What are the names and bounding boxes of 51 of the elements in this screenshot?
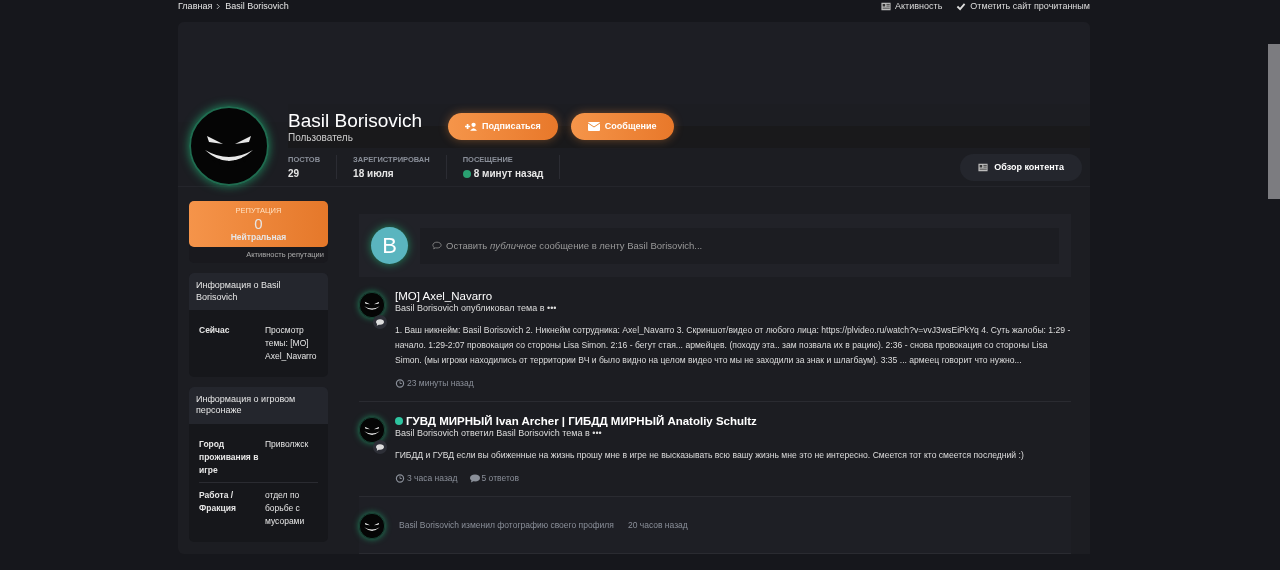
timestamp: 20 часов назад	[627, 520, 688, 530]
timestamp: 3 часа назад	[407, 473, 458, 483]
stat-value: 8 минут назад	[473, 168, 544, 179]
placeholder-text: Оставить публичное сообщение в ленту Basil Borisovich...	[446, 240, 703, 251]
newspaper-icon	[881, 1, 892, 11]
checkmark-icon	[956, 1, 967, 11]
info-panel-title: Информация о Basil Borisovich	[189, 273, 328, 311]
content-overview-button[interactable]: Обзор контента	[960, 153, 1082, 181]
grinning-mask-avatar	[359, 292, 385, 318]
info-label: Сейчас	[199, 324, 231, 338]
stat-value: 29	[288, 168, 300, 179]
reply-count: 5 ответов	[481, 473, 519, 483]
entry-excerpt: ГИБДД и ГУВД если вы обиженные на жизнь прошу мне в игре не высказывать всю вашу жизнь мне это не интересно. Смеется тот кто смеется последний :)	[395, 449, 1025, 462]
envelope-icon	[587, 121, 600, 131]
reputation-level: Нейтральная	[229, 232, 288, 242]
entry-subtitle: Basil Borisovich опубликовал тема в •••	[395, 303, 558, 313]
scrollbar-thumb[interactable]	[1268, 44, 1280, 199]
speech-bubble-icon	[432, 241, 442, 250]
grinning-mask-avatar	[359, 513, 385, 539]
add-user-icon	[465, 121, 477, 131]
reputation-value: 0	[253, 215, 264, 232]
profile-name: Basil Borisovich	[288, 109, 424, 132]
info-label: Работа / Фракция	[199, 489, 237, 515]
online-indicator-icon	[395, 417, 403, 425]
top-link[interactable]: Активность	[881, 1, 943, 11]
entry-subtitle: Basil Borisovich ответил Basil Borisovich тема в •••	[395, 428, 603, 438]
topic-title-link[interactable]: ГУВД МИРНЫЙ Ivan Archer | ГИБДД МИРНЫЙ Anatoliy Schultz	[406, 415, 757, 427]
info-value: Приволжск	[265, 438, 310, 451]
clock-icon	[395, 378, 405, 388]
info-value: отдел по борьбе с мусорами	[265, 489, 306, 528]
info-label: Город проживания в игре	[199, 438, 259, 477]
grinning-mask-avatar	[359, 417, 385, 443]
breadcrumb-link[interactable]: Главная	[178, 1, 213, 11]
timestamp: 23 минуты назад	[407, 378, 474, 388]
activity-text: Basil Borisovich изменил фотографию своего профиля	[399, 520, 614, 530]
user-group: Пользователь	[288, 131, 435, 143]
info-panel-title: Информация о игровом персонаже	[189, 386, 328, 424]
status-input-field[interactable]: Оставить публичное сообщение в ленту Basil Borisovich...	[420, 227, 1059, 264]
comment-badge-icon	[373, 315, 387, 329]
comment-badge-icon	[373, 440, 387, 454]
newspaper-icon	[978, 162, 989, 172]
chevron-right-icon	[216, 2, 222, 10]
breadcrumb-link[interactable]: Basil Borisovich	[225, 1, 289, 11]
clock-icon	[395, 473, 405, 483]
letter-avatar: B	[371, 227, 408, 264]
top-link[interactable]: Отметить сайт прочитанным	[956, 1, 1090, 11]
entry-excerpt: 1. Ваш никнейм: Basil Borisovich 2. Никнейм сотрудника: Axel_Navarro 3. Скриншот/видео от любого лица: https://plvideo.ru/watch?v=vvJ3wsEiPkYq 4. Суть жалобы: 1:29 - начало. 1:29-2:07 провокация со стороны Lisa Simon. 2:16 - бегут стая... армейцев. (походу эта.. зам позвала их в рацию). 2:36 - снова провокация со стороны Lisa Simon. (мы игроки находились от территории ВЧ и было видно на целом видео что мы не заходили за знак и шлагбаум). 3:35 ... армеец говорит что нужно...	[395, 324, 1071, 367]
info-value: Просмотр темы: [MO] Axel_Navarro	[265, 324, 318, 363]
topic-title-link[interactable]: [MO] Axel_Navarro	[395, 290, 493, 302]
speech-bubble-icon	[469, 473, 480, 483]
stat-value: 18 июля	[353, 168, 394, 179]
